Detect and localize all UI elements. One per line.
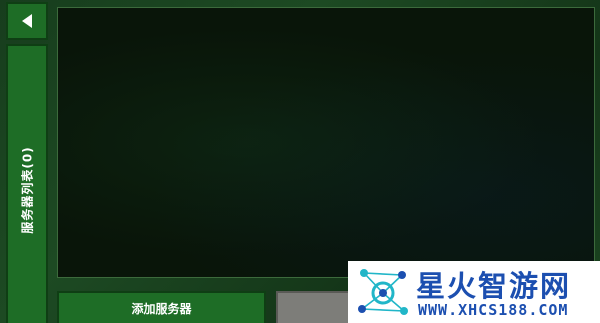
add-server-button[interactable]: 添加服务器 — [57, 291, 266, 323]
server-list-tab[interactable]: 服务器列表(0) — [6, 44, 48, 323]
back-button[interactable] — [6, 2, 48, 40]
network-logo-icon — [358, 269, 408, 315]
server-list-tab-label: 服务器列表(0) — [20, 146, 35, 234]
watermark-title: 星火智游网 — [416, 269, 572, 303]
watermark: 星火智游网 WWW.XHCS188.COM — [348, 261, 600, 323]
server-list-screen: 服务器列表(0) 添加服务器 星火智游网 WWW.XHCS188.COM — [0, 0, 600, 323]
watermark-url: WWW.XHCS188.COM — [418, 301, 569, 319]
chevron-left-icon — [22, 14, 32, 28]
server-list-panel — [57, 7, 595, 278]
